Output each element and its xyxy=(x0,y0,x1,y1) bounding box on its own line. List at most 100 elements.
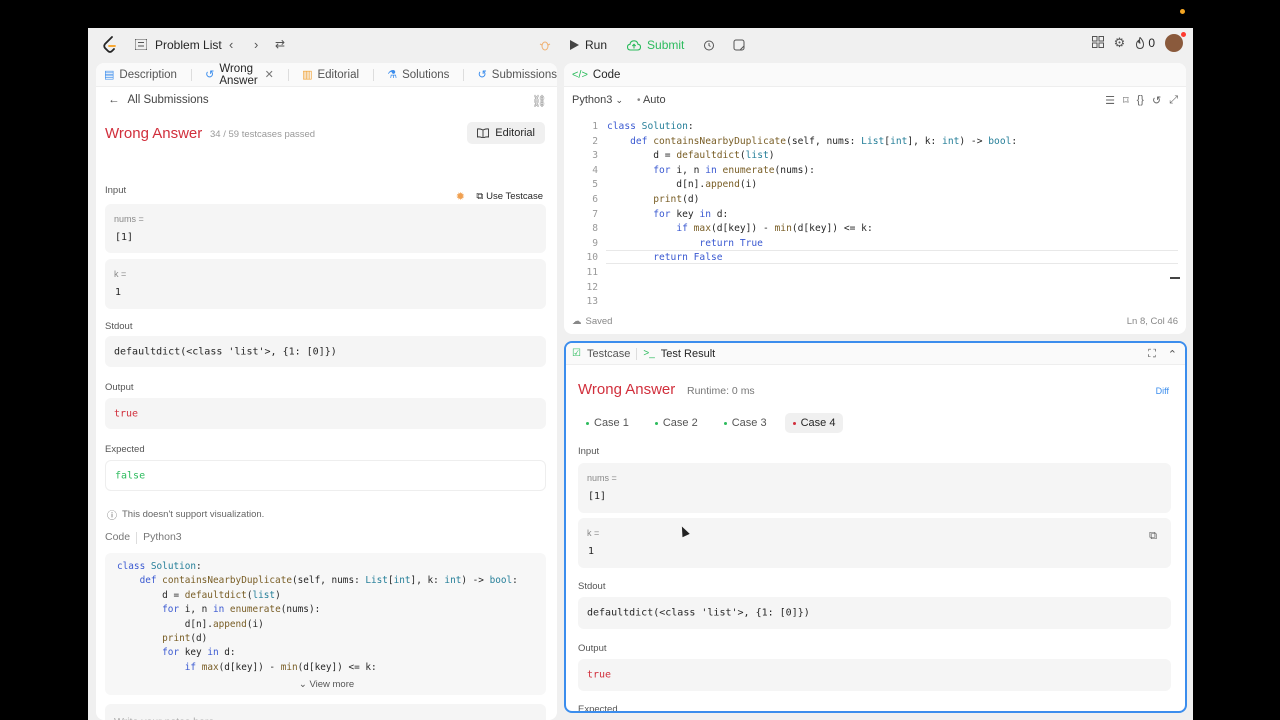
share-link-icon[interactable]: ⛓ xyxy=(532,94,547,108)
code-panel-title[interactable]: Code xyxy=(593,69,621,81)
close-icon[interactable]: ✕ xyxy=(265,68,274,81)
braces-icon[interactable]: {} xyxy=(1137,94,1144,107)
input-name: nums = xyxy=(587,473,617,483)
run-button[interactable]: Run xyxy=(564,34,613,56)
result-panel-controls: ⛶ ⌃ xyxy=(1148,348,1177,361)
code-lines: class Solution: def containsNearbyDuplic… xyxy=(607,121,1018,264)
case-tab-4[interactable]: Case 4 xyxy=(784,413,844,433)
input-value: [1] xyxy=(115,232,134,243)
status-dot xyxy=(654,421,658,425)
avatar[interactable] xyxy=(1165,32,1186,52)
tab-label: Wrong Answer xyxy=(219,63,258,87)
settings-gear-icon[interactable]: ⚙ xyxy=(1114,35,1126,51)
reset-icon[interactable]: ↺ xyxy=(1152,94,1161,107)
flask-icon: ⚗ xyxy=(387,69,398,81)
grid-layout-icon[interactable] xyxy=(1091,35,1104,51)
notes-textarea[interactable]: Write your notes here xyxy=(105,704,546,720)
streak-counter[interactable]: 0 xyxy=(1135,36,1155,50)
terminal-icon: >_ xyxy=(643,348,655,359)
input-nums-box: nums = [1] xyxy=(105,204,546,253)
arrow-left-icon: ← xyxy=(108,94,120,106)
case-label: Case 4 xyxy=(800,417,836,429)
input-name: nums = xyxy=(114,214,144,224)
submit-button[interactable]: Submit xyxy=(621,34,690,56)
tab-label: Solutions xyxy=(402,68,450,81)
code-editor[interactable]: 1 2 3 4 5 6 7 8 9 10 11 12 13 class Solu… xyxy=(564,118,1186,307)
play-icon xyxy=(570,40,579,50)
checkbox-icon: ☑ xyxy=(572,348,581,359)
case-tab-3[interactable]: Case 3 xyxy=(716,413,775,433)
code-editor-panel: </> Code Python3 ⌄ • Auto ☰ ⌑ {} ↺ ⤢ 1 2… xyxy=(564,63,1186,334)
cursor-position: Ln 8, Col 46 xyxy=(1126,316,1178,327)
debug-bug-icon[interactable]: ✹ xyxy=(456,190,465,203)
stdout-value: defaultdict(<class 'list'>, {1: [0]}) xyxy=(114,346,337,357)
maximize-icon[interactable]: ⛶ xyxy=(1148,348,1156,361)
view-more-button[interactable]: ⌄ View more xyxy=(96,679,557,690)
user-area: ⚙ 0 xyxy=(1091,32,1186,52)
case-tabs: Case 1 Case 2 Case 3 Case 4 xyxy=(578,413,844,433)
expected-value: false xyxy=(115,470,146,481)
tab-testcase[interactable]: Testcase xyxy=(587,348,630,360)
format-icon[interactable]: ☰ xyxy=(1105,94,1115,107)
prev-problem-chevron-left-icon[interactable]: ‹ xyxy=(229,37,233,52)
all-submissions-label: All Submissions xyxy=(127,94,209,106)
result-runtime: Runtime: 0 ms xyxy=(687,385,755,397)
notification-dot xyxy=(1180,9,1185,14)
run-label: Run xyxy=(585,38,608,52)
debug-bug-icon[interactable] xyxy=(534,34,556,56)
case-tab-2[interactable]: Case 2 xyxy=(647,413,706,433)
input-value: 1 xyxy=(588,546,595,557)
input-name: k = xyxy=(114,269,127,279)
tab-label: Editorial xyxy=(317,68,360,81)
autocomplete-mode[interactable]: • Auto xyxy=(637,94,666,106)
editorial-button[interactable]: Editorial xyxy=(467,122,545,144)
submitted-code: class Solution: def containsNearbyDuplic… xyxy=(105,553,546,695)
run-submit-group: Run Submit xyxy=(534,34,750,56)
all-submissions-link[interactable]: ← All Submissions xyxy=(108,94,209,106)
use-testcase-button[interactable]: ⧉ Use Testcase xyxy=(476,191,543,202)
expected-label: Expected xyxy=(578,704,618,713)
copy-icon: ⧉ xyxy=(476,191,484,202)
language-select[interactable]: Python3 ⌄ xyxy=(572,94,623,106)
diff-toggle[interactable]: Diff xyxy=(1156,386,1169,396)
chevron-up-icon[interactable]: ⌃ xyxy=(1168,348,1177,361)
scrollbar-marker[interactable] xyxy=(1170,277,1180,279)
alarm-clock-icon[interactable] xyxy=(698,34,720,56)
expand-icon[interactable]: ⤢ xyxy=(1169,94,1178,107)
problem-list-link[interactable]: Problem List xyxy=(155,38,222,52)
case-tab-1[interactable]: Case 1 xyxy=(578,413,637,433)
info-icon: ⓘ xyxy=(107,511,117,522)
tab-wrong-answer[interactable]: ↺ Wrong Answer ✕ xyxy=(205,63,274,87)
case-label: Case 1 xyxy=(594,417,629,429)
use-testcase-label: Use Testcase xyxy=(486,191,543,202)
divider xyxy=(136,532,138,544)
random-shuffle-icon[interactable]: ⇄ xyxy=(275,37,285,51)
input-value: [1] xyxy=(588,491,607,502)
stdout-box: defaultdict(<class 'list'>, {1: [0]}) xyxy=(105,336,546,367)
flame-icon xyxy=(1136,37,1145,49)
tab-solutions[interactable]: ⚗ Solutions xyxy=(387,68,450,82)
tab-editorial[interactable]: ▥ Editorial xyxy=(302,68,360,82)
tab-divider xyxy=(636,347,638,360)
book-icon: ▥ xyxy=(302,69,313,81)
copy-icon[interactable]: ⧉ xyxy=(1149,530,1157,543)
list-icon[interactable] xyxy=(134,38,148,53)
stdout-value: defaultdict(<class 'list'>, {1: [0]}) xyxy=(587,607,810,619)
saved-status: ☁ Saved xyxy=(572,316,612,327)
bookmark-icon[interactable]: ⌑ xyxy=(1123,94,1129,107)
submit-label: Submit xyxy=(647,38,685,52)
notes-icon[interactable] xyxy=(728,34,750,56)
cloud-icon: ☁ xyxy=(572,316,582,327)
expected-box: false xyxy=(105,460,546,491)
tab-test-result[interactable]: Test Result xyxy=(661,348,715,360)
input-k-box: k = 1 xyxy=(105,259,546,309)
top-bar: Problem List ‹ › ⇄ Run Submit ⚙ 0 xyxy=(88,28,1193,61)
editor-toolbar: ☰ ⌑ {} ↺ ⤢ xyxy=(1105,94,1178,107)
input-label: Input xyxy=(105,185,127,196)
language-value: Python3 xyxy=(572,94,613,106)
leetcode-logo-icon[interactable] xyxy=(102,36,118,54)
tab-submissions[interactable]: ↺ Submissions xyxy=(478,68,557,82)
stdout-box: defaultdict(<class 'list'>, {1: [0]}) xyxy=(578,597,1171,629)
next-problem-chevron-right-icon[interactable]: › xyxy=(254,37,258,52)
tab-description[interactable]: ▤ Description xyxy=(104,68,177,82)
